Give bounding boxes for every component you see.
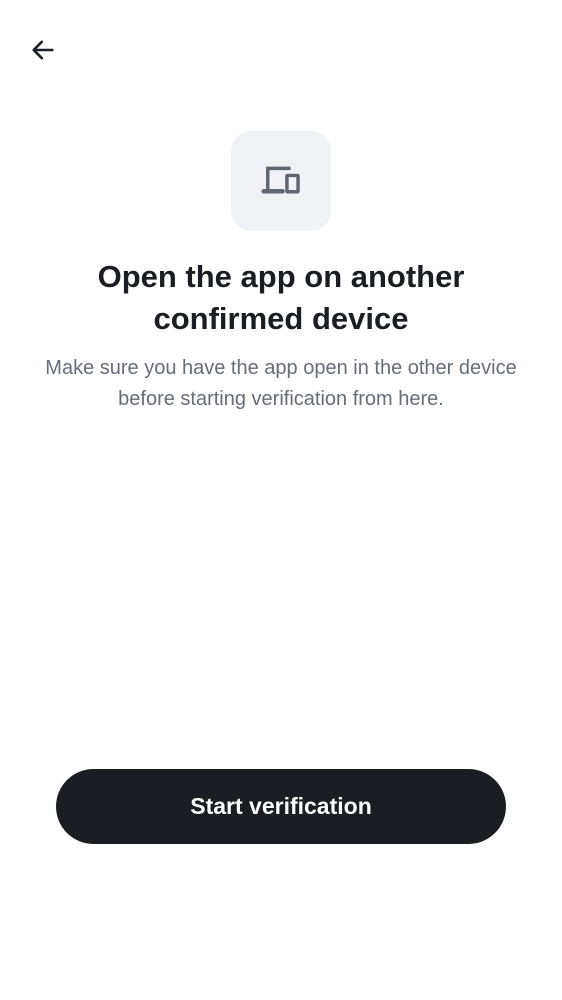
- arrow-left-icon: [32, 40, 54, 60]
- page-description: Make sure you have the app open in the o…: [45, 357, 517, 410]
- devices-icon: [261, 166, 300, 194]
- back-button[interactable]: [22, 29, 64, 71]
- page-title: Open the app on another confirmed device: [97, 259, 465, 336]
- start-verification-button[interactable]: Start verification: [56, 769, 506, 844]
- devices-icon-tile: [231, 131, 331, 231]
